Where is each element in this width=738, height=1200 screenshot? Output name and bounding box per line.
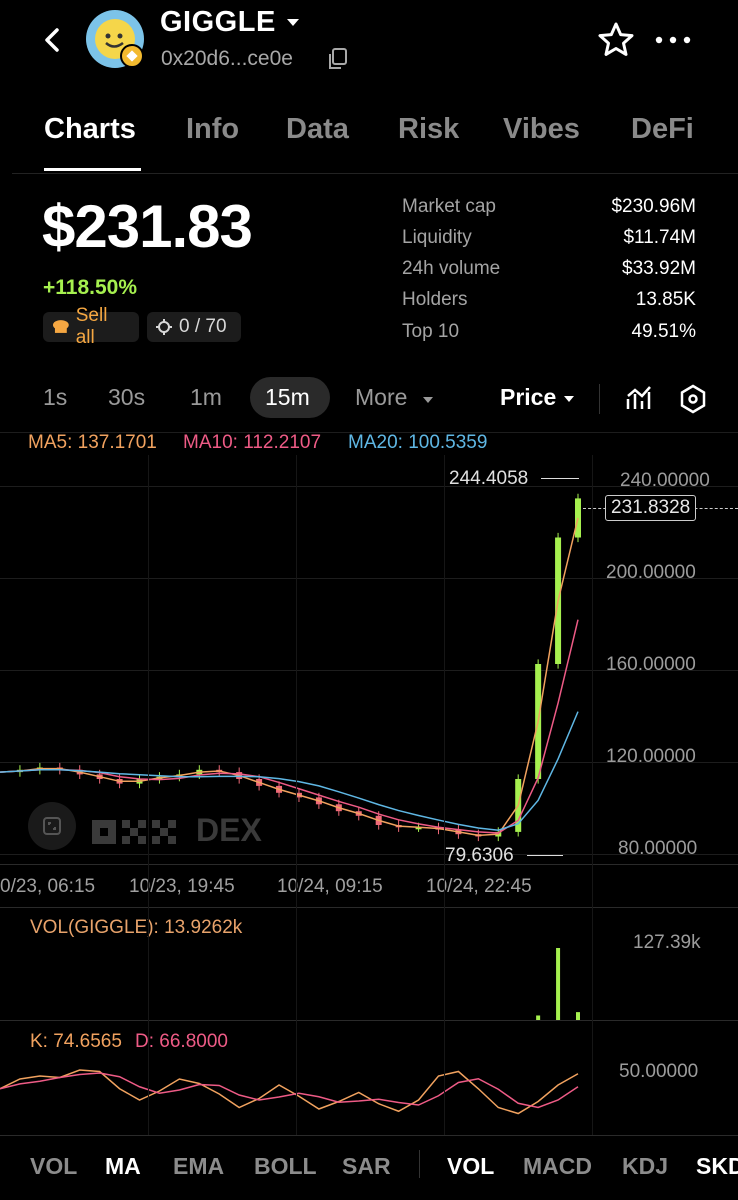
volume-bottom-border bbox=[0, 1020, 738, 1021]
sell-all-label: Sell all bbox=[75, 305, 108, 348]
volume-bar bbox=[576, 1012, 580, 1020]
tab-info[interactable]: Info bbox=[186, 113, 239, 146]
btab-macd[interactable]: MACD bbox=[523, 1153, 592, 1180]
okx-dex-watermark: DEX bbox=[92, 812, 262, 849]
indicator-chart-icon[interactable] bbox=[625, 384, 653, 412]
okx-logo bbox=[92, 819, 176, 844]
volume-top-border bbox=[0, 907, 738, 908]
stat-label-market-cap: Market cap bbox=[402, 196, 496, 217]
token-title[interactable]: GIGGLE bbox=[160, 6, 276, 39]
btab-boll[interactable]: BOLL bbox=[254, 1153, 317, 1180]
interval-more[interactable]: More bbox=[355, 384, 407, 411]
grid-line-v bbox=[444, 455, 445, 1135]
grid-line-v bbox=[296, 455, 297, 1135]
x-tick-1: 10/23, 19:45 bbox=[129, 876, 235, 897]
interval-30s[interactable]: 30s bbox=[108, 384, 145, 411]
bnb-chain-icon bbox=[120, 44, 144, 68]
stat-value-top10: 49.51% bbox=[631, 321, 696, 342]
kdj-bottom-border bbox=[0, 1135, 738, 1136]
position-count[interactable]: 0 / 70 bbox=[147, 312, 241, 342]
stat-label-holders: Holders bbox=[402, 289, 468, 310]
star-icon[interactable] bbox=[596, 20, 636, 60]
interval-15m[interactable]: 15m bbox=[265, 384, 310, 411]
btab-vol-main[interactable]: VOL bbox=[30, 1153, 77, 1180]
toolbar-separator bbox=[599, 384, 600, 414]
tab-data[interactable]: Data bbox=[286, 113, 349, 146]
tab-vibes[interactable]: Vibes bbox=[503, 113, 580, 146]
stat-value-holders: 13.85K bbox=[635, 289, 696, 310]
settings-hexagon-icon[interactable] bbox=[679, 384, 707, 414]
volume-title: VOL(GIGGLE): 13.9262k bbox=[30, 917, 243, 938]
position-count-label: 0 / 70 bbox=[179, 316, 227, 337]
active-tab-indicator bbox=[44, 168, 141, 171]
stat-label-top10: Top 10 bbox=[402, 321, 460, 342]
volume-bar bbox=[556, 948, 561, 1020]
chef-hat-icon bbox=[52, 320, 69, 333]
stat-value-market-cap: $230.96M bbox=[611, 196, 696, 217]
price-dropdown-icon[interactable] bbox=[564, 396, 574, 402]
copy-icon[interactable] bbox=[327, 47, 349, 71]
grid-line-v bbox=[592, 455, 593, 1135]
btab-ema[interactable]: EMA bbox=[173, 1153, 224, 1180]
btab-kdj[interactable]: KDJ bbox=[622, 1153, 668, 1180]
token-address: 0x20d6...ce0e bbox=[161, 47, 293, 70]
interval-1s[interactable]: 1s bbox=[43, 384, 67, 411]
kdj-k-line bbox=[0, 1069, 579, 1115]
tab-defi[interactable]: DeFi bbox=[631, 113, 694, 146]
price-change: +118.50% bbox=[43, 276, 138, 299]
more-options-icon[interactable] bbox=[652, 28, 694, 52]
watermark-text: DEX bbox=[196, 812, 262, 848]
btab-skdj[interactable]: SKD bbox=[696, 1153, 738, 1180]
price-selector[interactable]: Price bbox=[500, 384, 556, 411]
current-price: $231.83 bbox=[42, 193, 253, 260]
low-price-marker bbox=[527, 855, 563, 856]
tabs-divider bbox=[12, 173, 738, 174]
x-tick-3: 10/24, 22:45 bbox=[426, 876, 532, 897]
kdj-chart[interactable] bbox=[0, 1050, 738, 1135]
tab-charts[interactable]: Charts bbox=[44, 113, 136, 146]
x-tick-0: 0/23, 06:15 bbox=[0, 876, 96, 897]
ma5-label: MA5: 137.1701 bbox=[28, 432, 157, 453]
btab-sar[interactable]: SAR bbox=[342, 1153, 391, 1180]
fullscreen-button[interactable] bbox=[28, 802, 76, 850]
high-price-marker bbox=[541, 478, 579, 479]
low-price-label: 79.6306 bbox=[445, 845, 514, 866]
high-price-label: 244.4058 bbox=[449, 468, 529, 489]
target-icon bbox=[156, 319, 172, 335]
tab-risk[interactable]: Risk bbox=[398, 113, 459, 146]
btab-ma[interactable]: MA bbox=[105, 1153, 141, 1180]
ma10-line bbox=[0, 619, 579, 834]
ma5-line bbox=[0, 517, 579, 837]
ma20-label: MA20: 100.5359 bbox=[348, 432, 488, 453]
stat-value-volume: $33.92M bbox=[622, 258, 696, 279]
interval-1m[interactable]: 1m bbox=[190, 384, 222, 411]
more-dropdown-icon[interactable] bbox=[423, 397, 433, 403]
ma20-line bbox=[0, 711, 579, 832]
btab-separator bbox=[419, 1150, 420, 1178]
volume-chart[interactable] bbox=[0, 940, 738, 1020]
stat-value-liquidity: $11.74M bbox=[623, 227, 696, 248]
back-arrow-icon[interactable] bbox=[38, 22, 68, 58]
sell-all-button[interactable]: Sell all bbox=[43, 305, 139, 348]
grid-line-v bbox=[148, 455, 149, 1135]
title-dropdown-icon[interactable] bbox=[287, 19, 299, 26]
x-tick-2: 10/24, 09:15 bbox=[277, 876, 383, 897]
current-price-label: 231.8328 bbox=[605, 495, 697, 521]
ma10-label: MA10: 112.2107 bbox=[183, 432, 322, 453]
stat-label-liquidity: Liquidity bbox=[402, 227, 472, 248]
btab-vol-sub[interactable]: VOL bbox=[447, 1153, 494, 1180]
expand-icon bbox=[43, 817, 61, 835]
stat-label-volume: 24h volume bbox=[402, 258, 501, 279]
